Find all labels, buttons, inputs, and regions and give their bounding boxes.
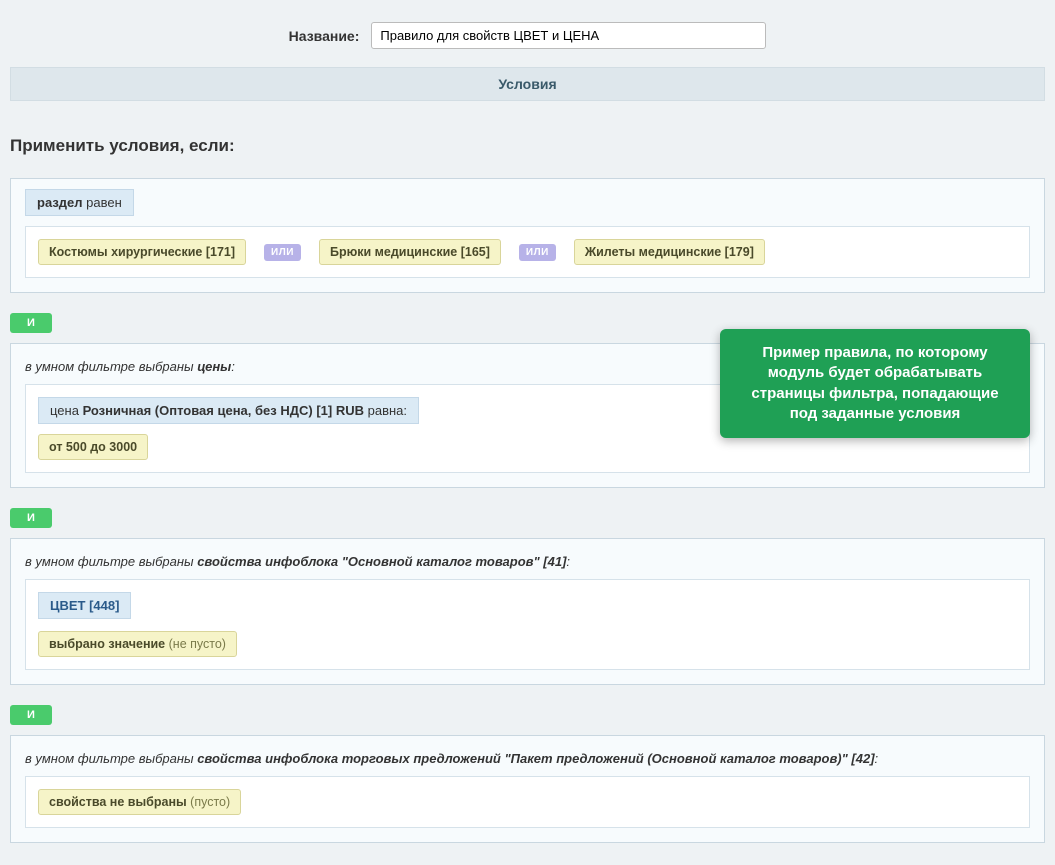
- section-chip[interactable]: Костюмы хирургические [171]: [38, 239, 246, 265]
- offers-props-inner: свойства не выбраны (пусто): [25, 776, 1030, 828]
- iblock-props-inner: ЦВЕТ [448] выбрано значение (не пусто): [25, 579, 1030, 670]
- help-tooltip: Пример правила, по которому модуль будет…: [720, 329, 1030, 438]
- or-badge: ИЛИ: [264, 244, 301, 261]
- section-chip[interactable]: Брюки медицинские [165]: [319, 239, 501, 265]
- and-badge: И: [10, 705, 52, 725]
- offers-props-head[interactable]: в умном фильтре выбраны свойства инфобло…: [25, 746, 1030, 776]
- property-value-chip[interactable]: выбрано значение (не пусто): [38, 631, 237, 657]
- section-chip[interactable]: Жилеты медицинские [179]: [574, 239, 765, 265]
- price-range-chip[interactable]: от 500 до 3000: [38, 434, 148, 460]
- conditions-title: Применить условия, если:: [10, 136, 1045, 156]
- section-condition-head[interactable]: раздел равен: [25, 189, 134, 216]
- condition-block-prices: Пример правила, по которому модуль будет…: [10, 343, 1045, 488]
- conditions-section-header: Условия: [10, 67, 1045, 101]
- price-type-head[interactable]: цена Розничная (Оптовая цена, без НДС) […: [38, 397, 419, 424]
- iblock-props-head[interactable]: в умном фильтре выбраны свойства инфобло…: [25, 549, 1030, 579]
- and-badge: И: [10, 508, 52, 528]
- section-values-box: Костюмы хирургические [171] ИЛИ Брюки ме…: [25, 226, 1030, 278]
- condition-block-offers-props: в умном фильтре выбраны свойства инфобло…: [10, 735, 1045, 843]
- name-input[interactable]: [371, 22, 766, 49]
- or-badge: ИЛИ: [519, 244, 556, 261]
- name-row: Название:: [10, 10, 1045, 67]
- and-badge: И: [10, 313, 52, 333]
- condition-block-section: раздел равен Костюмы хирургические [171]…: [10, 178, 1045, 293]
- offers-empty-chip[interactable]: свойства не выбраны (пусто): [38, 789, 241, 815]
- condition-block-iblock-props: в умном фильтре выбраны свойства инфобло…: [10, 538, 1045, 685]
- property-tag-color[interactable]: ЦВЕТ [448]: [38, 592, 131, 619]
- name-label: Название:: [289, 28, 360, 44]
